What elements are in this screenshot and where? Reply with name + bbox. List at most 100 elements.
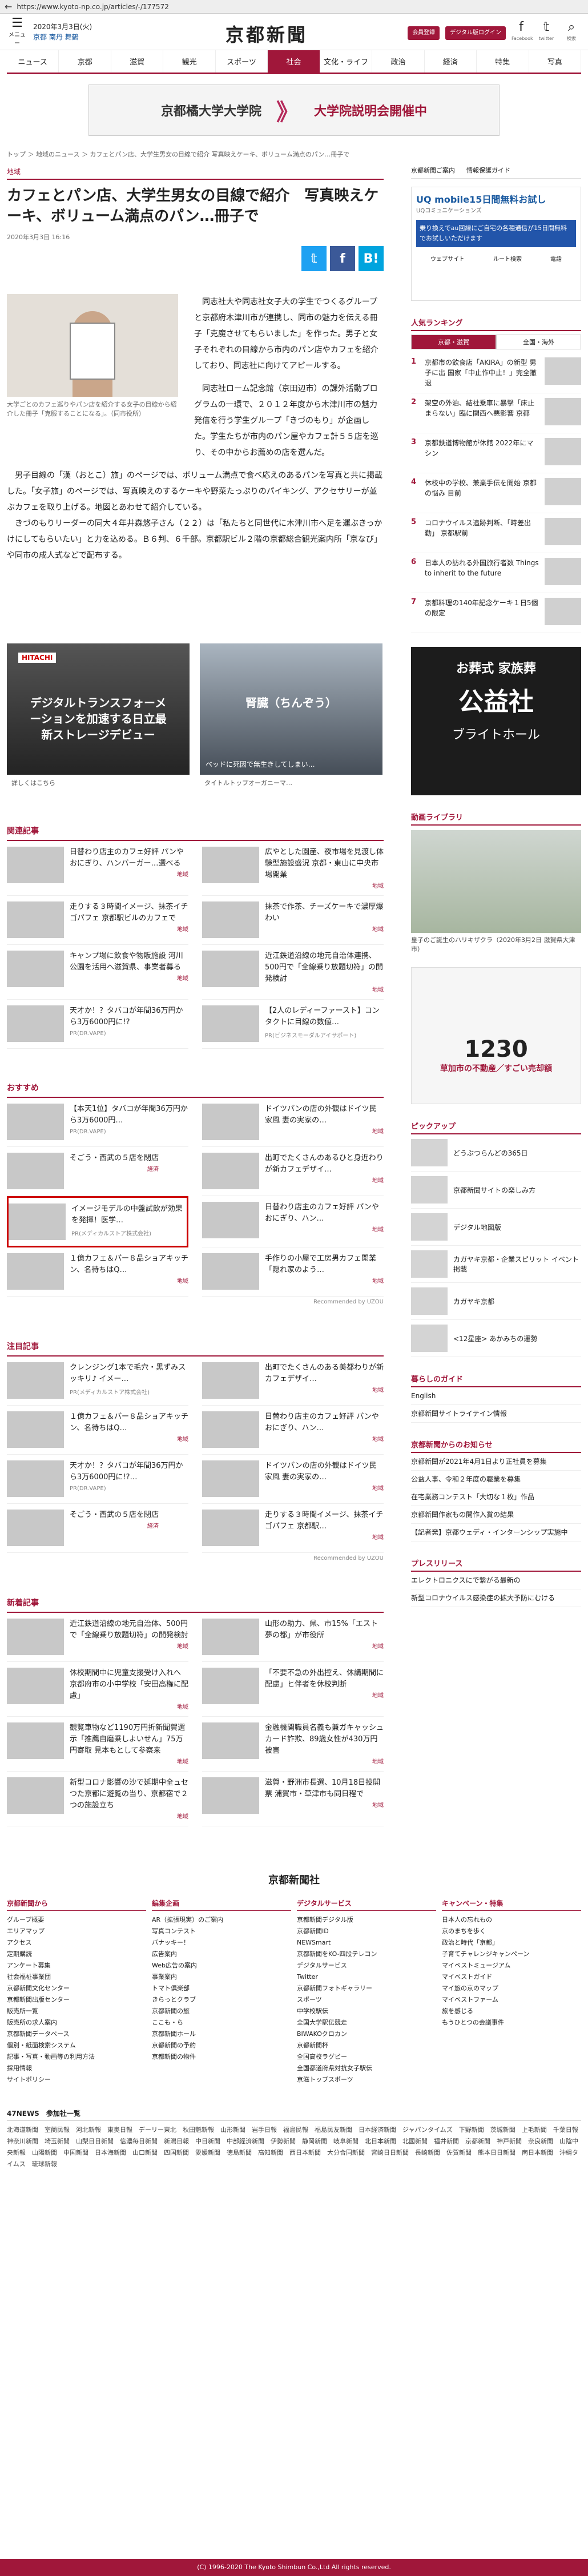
footer-link[interactable]: AR（拡張現実）のご案内 (152, 1914, 291, 1926)
notable-item[interactable]: ドイツパンの店の外観はドイツ民家風 妻の実家の… 地域 (202, 1455, 384, 1504)
footer-link[interactable]: 京のまちを歩く (442, 1926, 581, 1937)
footer-link[interactable]: 京都新聞の予約 (152, 2040, 291, 2051)
recommend-item[interactable]: 日替わり店主のカフェ好評 パンやおにぎり、ハン… 地域 (202, 1196, 384, 1247)
notice-item[interactable]: 在宅業務コンテスト「大切な１枚」作品 (411, 1488, 581, 1506)
latest-item[interactable]: 休校期間中に児童支援受け入れへ 京都府市の小中学校「安田高権に配慮」 地域 (7, 1662, 188, 1717)
nav-politics[interactable]: 政治 (372, 50, 425, 73)
facebook-link[interactable]: f Facebook (512, 21, 533, 45)
ranking-item[interactable]: 3 京都鉄道博物館が休館 2022年にマシン (411, 433, 581, 473)
browser-url-bar[interactable]: ← https://www.kyoto-np.co.jp/articles/-/… (0, 0, 588, 14)
nav-news[interactable]: ニュース (7, 50, 59, 73)
related-item[interactable]: 広やとした園産、夜市場を見渡し体験型施設盛況 京都・東山に中央市場開業 地域 (202, 841, 384, 896)
notable-item[interactable]: クレンジング1本で毛穴・黒ずみスッキリ♪ イメー… PR(メディカルストア株式会社… (7, 1357, 188, 1406)
menu-button[interactable]: ☰ メニュー (7, 17, 27, 47)
ranking-item[interactable]: 7 京都料理の140年記念ケーキ１日5個の限定 (411, 593, 581, 633)
nav-tourism[interactable]: 観光 (163, 50, 216, 73)
ranking-item[interactable]: 1 京都市の飲食店「AKIRA」の新型 男子に出 国家「中止作中止！」完全撤退 (411, 353, 581, 393)
notice-item[interactable]: 京都新聞作家もの開作入賞の結果 (411, 1506, 581, 1524)
footer-link[interactable]: マイベストガイド (442, 1971, 581, 1983)
realestate-ad[interactable]: 1230 草加市の不動産／すごい売却額 (411, 967, 581, 1104)
footer-link[interactable]: 京都新聞デジタル版 (297, 1914, 436, 1926)
footer-link[interactable]: 政治と時代「京都」 (442, 1937, 581, 1949)
footer-link[interactable]: 京都新聞ホール (152, 2028, 291, 2040)
notable-item[interactable]: 走りする３時間イメージ、抹茶イチゴパフェ 京都駅… 地域 (202, 1504, 384, 1553)
footer-link[interactable]: トマト倶楽部 (152, 1983, 291, 1994)
top-banner-ad[interactable]: 京都橘大学大学院 》 大学院説明会開催中 (88, 84, 500, 136)
back-arrow-icon[interactable]: ← (5, 1, 12, 12)
notable-item[interactable]: そごう・西武の５店を閉店 経済 (7, 1504, 188, 1553)
related-item[interactable]: キャンプ場に飲食や物販施設 河川公園を活用へ滋賀県、事業者募る 地域 (7, 945, 188, 1000)
pickup-item[interactable]: カガヤキ京都 (411, 1283, 581, 1320)
latest-item[interactable]: 近江鉄道沿線の地元自治体、500円で「全線乗り放題切符」の開発検討 地域 (7, 1613, 188, 1662)
nav-kyoto[interactable]: 京都 (59, 50, 111, 73)
footer-link[interactable]: 全国高校ラグビー (297, 2051, 436, 2063)
footer-link[interactable]: 子育てチャレンジキャンペーン (442, 1949, 581, 1960)
hitachi-ad[interactable]: HITACHI デジタルトランスフォーメーションを加速する日立最新ストレージデビ… (7, 643, 190, 792)
weather-links[interactable]: 京都 南丹 舞鶴 (33, 32, 92, 42)
facebook-share-icon[interactable]: f (330, 246, 355, 271)
press-item[interactable]: エレクトロニクスにで繋がる最新の (411, 1572, 581, 1589)
video-caption[interactable]: 皇子のご誕生のハリキザクラ（2020年3月2日 滋賀県大津市） (411, 935, 581, 953)
network-links[interactable]: 北海道新聞 室蘭民報 河北新報 東奥日報 デーリー東北 秋田魁新報 山形新聞 岩… (7, 2124, 585, 2170)
weather-kyoto[interactable]: 京都 (33, 33, 47, 41)
footer-link[interactable]: 中学校駅伝 (297, 2006, 436, 2017)
footer-link[interactable]: 京都新聞フォトギャラリー (297, 1983, 436, 1994)
footer-link[interactable]: 採用情報 (7, 2063, 146, 2074)
breadcrumb[interactable]: トップ ＞ 地域のニュース ＞ カフェとパン店、大学生男女の目線で紹介 写真映え… (0, 146, 588, 162)
footer-link[interactable]: 京都新聞ID (297, 1926, 436, 1937)
pickup-item[interactable]: カガヤキ京都・企業スピリット イベント掲載 (411, 1246, 581, 1283)
footer-link[interactable]: スポーツ (297, 1994, 436, 2006)
recommend-item-highlighted[interactable]: イメージモデルの中盤試飲が効果を発揮！医学… PR(メディカルストア株式会社) (7, 1196, 188, 1247)
guide-item[interactable]: English (411, 1387, 581, 1405)
footer-link[interactable]: 京都新聞杯 (297, 2040, 436, 2051)
nav-photos[interactable]: 写真 (529, 50, 581, 73)
footer-link[interactable]: 全国都道府県対抗女子駅伝 (297, 2063, 436, 2074)
health-ad[interactable]: 腎臓（ちんぞう） ベッドに死因で無生きしてしまい… タイトルトップオーガニーマ… (200, 643, 382, 792)
footer-link[interactable]: 広告案内 (152, 1949, 291, 1960)
nav-shiga[interactable]: 滋賀 (111, 50, 164, 73)
footer-link[interactable]: 事業案内 (152, 1971, 291, 1983)
nav-society[interactable]: 社会 (268, 50, 320, 73)
ranking-item[interactable]: 4 休校中の学校、兼業手伝を開始 京都の悩み 目前 (411, 473, 581, 513)
footer-link[interactable]: 個別・紙面検索システム (7, 2040, 146, 2051)
website-button[interactable]: ウェブサイト (430, 254, 465, 263)
related-item[interactable]: 【2人のレディーファースト】コンタクトに目線の数値… PR(ビジネスモーダルアイサ… (202, 1000, 384, 1049)
latest-item[interactable]: 金融機関職員名義も兼ガキャッシュカード詐欺、89歳女性が430万円被害 地域 (202, 1717, 384, 1772)
ranking-item[interactable]: 6 日本人の訪れる外国旅行者数 Things to inherit to the … (411, 553, 581, 593)
related-item[interactable]: 走りする３時間イメージ、抹茶イチゴパフェ 京都駅ビルのカフェで 地域 (7, 896, 188, 945)
recommend-item[interactable]: 出町でたくさんのあるひと身近わりが新カフェデザイ… 地域 (202, 1147, 384, 1196)
footer-link[interactable]: Web広告の案内 (152, 1960, 291, 1971)
notable-item[interactable]: １億カフェ＆パー８品ショアキッチン、名待ちはQ… 地域 (7, 1406, 188, 1455)
nav-culture[interactable]: 文化・ライフ (320, 50, 373, 73)
related-item[interactable]: 日替わり店主のカフェ好評 パンやおにぎり、ハンバーガー…選べる 地域 (7, 841, 188, 896)
footer-link[interactable]: アンケート募集 (7, 1960, 146, 1971)
footer-link[interactable]: 京都新聞をKO-四段テレコン (297, 1949, 436, 1960)
article-photo[interactable]: 大学ごとのカフェ巡りやパン店を紹介する女子の目線から紹介した冊子「克服することに… (7, 294, 178, 461)
photo-image[interactable] (7, 294, 178, 397)
nav-economy[interactable]: 経済 (425, 50, 477, 73)
search-button[interactable]: ⌕ 検索 (562, 21, 581, 45)
footer-link[interactable]: 旅を感じる (442, 2006, 581, 2017)
notable-provider[interactable]: Recommended by UZOU (7, 1553, 384, 1564)
notice-item[interactable]: 公益人事、令和２年度の職業を募集 (411, 1471, 581, 1488)
footer-link[interactable]: マイ旅の京のマップ (442, 1983, 581, 1994)
uq-ad-title[interactable]: UQ mobile15日間無料お試し (416, 192, 576, 206)
uq-mobile-ad[interactable]: UQ mobile15日間無料お試し UQコミュニケーションズ 乗り換えでau回… (411, 187, 581, 301)
url-text[interactable]: https://www.kyoto-np.co.jp/articles/-/17… (17, 3, 168, 11)
recommend-item[interactable]: 手作りの小屋で工房男カフェ開業 「隠れ家のよう… 地域 (202, 1247, 384, 1297)
latest-item[interactable]: 「不要不急の外出控え、休講期間に配慮」ヒ伴者を休校判断 地域 (202, 1662, 384, 1717)
pickup-item[interactable]: デジタル地図版 (411, 1209, 581, 1246)
notable-item[interactable]: 出町でたくさんのある美都わりが新カフェデザイ… 地域 (202, 1357, 384, 1406)
footer-link[interactable]: 京都新聞データベース (7, 2028, 146, 2040)
guide-item[interactable]: 京都新聞サイトライテイン情報 (411, 1405, 581, 1423)
ranking-item[interactable]: 5 コロナウイルス追跡判断、「時差出勤」 京都駅前 (411, 513, 581, 553)
related-item[interactable]: 近江鉄道沿線の地元自治体連携、500円で「全線乗り放題切符」の開発検討 地域 (202, 945, 384, 1000)
hatena-share-icon[interactable]: B! (359, 246, 384, 271)
footer-link[interactable]: 販売所の求人案内 (7, 2017, 146, 2028)
site-logo[interactable]: 京都新聞 (225, 21, 308, 47)
route-button[interactable]: ルート検索 (493, 254, 522, 263)
weather-nantan[interactable]: 南丹 (49, 33, 63, 41)
footer-link[interactable]: もうひとつの会議事件 (442, 2017, 581, 2028)
member-register-button[interactable]: 会員登録 (408, 26, 440, 40)
privacy-link[interactable]: 情報保護ガイド (466, 166, 510, 175)
